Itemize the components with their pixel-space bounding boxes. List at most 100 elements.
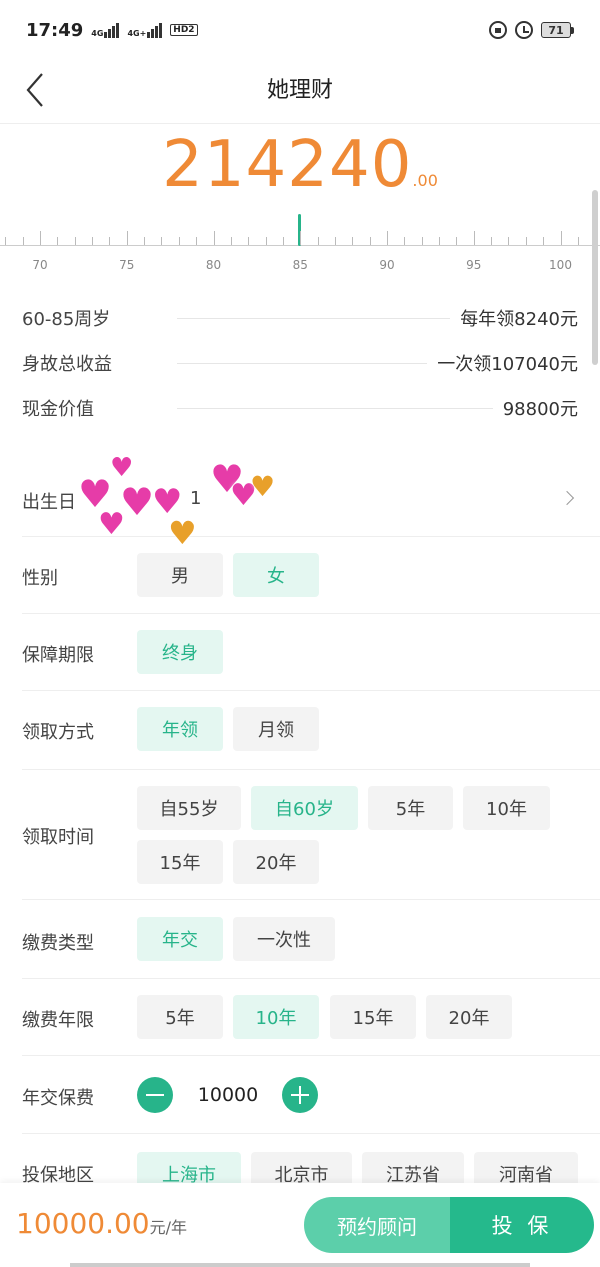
ruler-tick [92, 237, 94, 245]
ruler-tick [40, 231, 41, 245]
ruler-tick [282, 237, 284, 245]
price-value: 10000.00 [16, 1207, 150, 1240]
age-ruler[interactable]: 70 75 80 85 90 95 100 [0, 208, 600, 280]
network-type-2: 4G+ [127, 29, 147, 38]
pay-years-row: 缴费年限 5年 10年 15年 20年 [22, 979, 600, 1056]
receive-time-option[interactable]: 5年 [368, 786, 453, 830]
summary-divider [177, 317, 451, 319]
receive-method-annual[interactable]: 年领 [137, 707, 223, 751]
receive-time-label: 领取时间 [22, 827, 94, 848]
status-time: 17:49 [26, 19, 84, 41]
heart-sticker: ♥ [152, 482, 183, 522]
ruler-tick [5, 237, 7, 245]
heart-sticker: ♥ [110, 453, 134, 483]
network-type-1: 4G [91, 29, 104, 38]
ruler-label: 95 [466, 258, 482, 272]
ruler-tick [369, 237, 371, 245]
lock-icon [489, 21, 507, 39]
ruler-tick [404, 237, 406, 245]
pay-years-option-selected[interactable]: 10年 [233, 995, 319, 1039]
ruler-tick [525, 237, 527, 245]
gender-option-male[interactable]: 男 [137, 553, 223, 597]
heart-sticker: ♥ [250, 470, 276, 503]
pay-type-single[interactable]: 一次性 [233, 917, 335, 961]
ruler-tick [196, 237, 198, 245]
pay-years-option[interactable]: 15年 [330, 995, 416, 1039]
page-title: 她理财 [266, 78, 333, 103]
ruler-tick [57, 237, 59, 245]
signal-icon-2: 4G+ [127, 22, 163, 38]
status-right: 71 [489, 21, 574, 39]
ruler-tick [126, 231, 128, 245]
ruler-tick [248, 237, 250, 245]
battery-icon: 71 [541, 22, 574, 38]
alarm-icon [515, 21, 533, 39]
bottom-bar: 10000.00元/年 预约顾问 投 保 [0, 1183, 600, 1267]
ruler-tick [439, 237, 441, 245]
price-unit: 元/年 [149, 1218, 188, 1237]
pay-years-label: 缴费年限 [22, 1010, 94, 1031]
nav-bar: 她理财 [0, 60, 600, 124]
pay-years-option[interactable]: 20年 [426, 995, 512, 1039]
premium-value[interactable]: 10000 [178, 1084, 278, 1106]
home-indicator [70, 1263, 530, 1267]
ruler-label: 90 [379, 258, 395, 272]
ruler-tick [161, 237, 163, 245]
summary-divider [177, 362, 428, 364]
premium-label: 年交保费 [22, 1088, 94, 1109]
ruler-tick [265, 237, 267, 245]
ruler-tick [491, 237, 493, 245]
summary-value: 每年领8240元 [460, 309, 578, 330]
insure-button[interactable]: 投 保 [450, 1197, 594, 1253]
plus-icon[interactable] [282, 1077, 318, 1113]
status-bar: 17:49 4G 4G+ HD2 71 [0, 0, 600, 60]
ruler-tick [317, 237, 319, 245]
term-row: 保障期限 终身 [22, 614, 600, 691]
summary-row: 60-85周岁 每年领8240元 [22, 303, 578, 333]
heart-sticker: ♥ [98, 507, 125, 542]
pay-type-annual[interactable]: 年交 [137, 917, 223, 961]
scrollbar[interactable] [592, 190, 598, 365]
pay-years-option[interactable]: 5年 [137, 995, 223, 1039]
ruler-label: 80 [205, 258, 222, 272]
ruler-tick [473, 231, 475, 245]
pay-type-row: 缴费类型 年交 一次性 [22, 900, 600, 979]
ruler-tick [334, 237, 336, 245]
premium-row: 年交保费 10000 [22, 1056, 600, 1134]
minus-icon[interactable] [137, 1077, 173, 1113]
ruler-tick [144, 237, 146, 245]
ruler-tick [387, 231, 388, 245]
total-price: 10000.00元/年 [16, 1207, 187, 1240]
ruler-tick [213, 231, 215, 245]
ruler-tick [456, 237, 458, 245]
receive-time-option-selected[interactable]: 自60岁 [251, 786, 358, 830]
ruler-label: 70 [32, 258, 48, 272]
ruler-tick [74, 237, 76, 245]
receive-method-monthly[interactable]: 月领 [233, 707, 319, 751]
ruler-tick [178, 237, 180, 245]
ruler-tick [543, 237, 545, 245]
ruler-tick [560, 231, 562, 245]
receive-time-option[interactable]: 10年 [463, 786, 550, 830]
benefit-amount: 214240.00 [0, 128, 600, 202]
receive-time-option[interactable]: 15年 [137, 840, 223, 884]
birthday-label: 出生日 [22, 492, 76, 513]
receive-time-option[interactable]: 自55岁 [137, 786, 241, 830]
ruler-tick [352, 237, 354, 245]
summary-label: 60-85周岁 [22, 309, 111, 330]
amount-integer: 214240 [162, 128, 413, 202]
ruler-label: 100 [549, 258, 572, 272]
summary-divider [177, 407, 493, 409]
term-option-lifetime[interactable]: 终身 [137, 630, 223, 674]
book-consultant-button[interactable]: 预约顾问 [304, 1197, 450, 1253]
ruler-tick [508, 237, 510, 245]
receive-time-row: 领取时间 自55岁 自60岁 5年 10年 15年 20年 [22, 770, 600, 900]
gender-option-female[interactable]: 女 [233, 553, 319, 597]
receive-time-option[interactable]: 20年 [233, 840, 319, 884]
ruler-tick [230, 237, 232, 245]
hd-badge: HD2 [170, 24, 198, 36]
status-left: 17:49 4G 4G+ HD2 [26, 20, 198, 41]
pay-type-label: 缴费类型 [22, 933, 94, 954]
gender-label: 性别 [22, 568, 58, 589]
chevron-right-icon [559, 490, 575, 506]
